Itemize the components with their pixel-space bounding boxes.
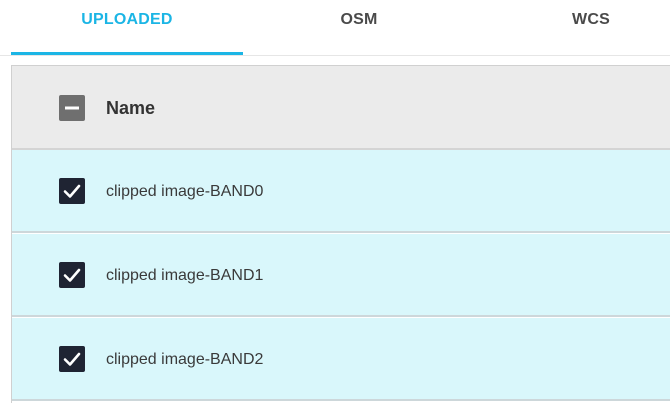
tab-wcs[interactable]: WCS — [475, 0, 670, 56]
row-label: clipped image-BAND2 — [106, 351, 264, 368]
tab-osm[interactable]: OSM — [243, 0, 475, 56]
row-label: clipped image-BAND1 — [106, 267, 264, 284]
row-checkbox[interactable] — [59, 178, 85, 204]
row-checkbox[interactable] — [59, 346, 85, 372]
active-tab-indicator — [11, 52, 243, 55]
check-icon — [63, 352, 81, 366]
check-icon — [63, 268, 81, 282]
row-label: clipped image-BAND0 — [106, 183, 264, 200]
table-row[interactable]: clipped image-BAND0 — [12, 150, 670, 233]
column-header-name[interactable]: Name — [106, 66, 155, 150]
select-all-checkbox[interactable] — [59, 95, 85, 121]
minus-icon — [65, 106, 79, 110]
row-checkbox[interactable] — [59, 262, 85, 288]
tab-bar: UPLOADED OSM WCS — [0, 0, 670, 56]
layer-grid: Name clipped image-BAND0 clipped image-B… — [11, 65, 670, 403]
table-row[interactable]: clipped image-BAND2 — [12, 318, 670, 401]
tab-uploaded[interactable]: UPLOADED — [11, 0, 243, 56]
check-icon — [63, 184, 81, 198]
table-row[interactable]: clipped image-BAND1 — [12, 234, 670, 317]
grid-header-row: Name — [12, 66, 670, 150]
